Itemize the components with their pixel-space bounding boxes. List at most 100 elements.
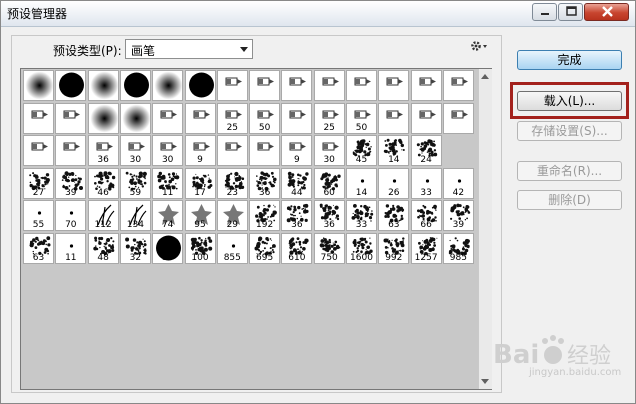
brush-preset[interactable] <box>55 102 87 134</box>
brush-preset[interactable] <box>23 135 54 166</box>
brush-preset[interactable] <box>410 102 442 134</box>
brush-preset[interactable] <box>410 70 442 101</box>
brush-preset[interactable] <box>216 70 248 101</box>
brush-preset[interactable]: 30 <box>313 135 345 166</box>
brush-size-label: 60 <box>323 187 335 198</box>
brush-preset[interactable] <box>249 135 281 166</box>
brush-preset[interactable]: 24 <box>410 135 442 166</box>
minimize-button[interactable] <box>532 3 557 21</box>
brush-preset[interactable]: 100 <box>184 232 216 264</box>
brush-size-label: 25 <box>323 122 335 133</box>
brush-preset[interactable] <box>281 70 313 101</box>
brush-preset[interactable]: 36 <box>87 135 119 166</box>
brush-preset[interactable]: 1257 <box>410 232 442 264</box>
brush-preset[interactable]: 46 <box>87 167 119 199</box>
scroll-up-icon[interactable] <box>481 74 489 79</box>
brush-preset[interactable] <box>55 70 87 101</box>
brush-preset[interactable] <box>378 102 410 134</box>
gear-menu-button[interactable] <box>469 39 489 53</box>
brush-preset[interactable]: 48 <box>87 232 119 264</box>
brush-preset[interactable] <box>346 70 377 101</box>
save-set-button[interactable]: 存储设置(S)... <box>517 121 622 141</box>
brush-preset[interactable]: 25 <box>216 102 248 134</box>
brush-preset[interactable]: 17 <box>184 167 216 199</box>
brush-preset[interactable]: 63 <box>23 232 54 264</box>
brush-preset[interactable]: 1600 <box>346 232 377 264</box>
brush-preset[interactable]: 14 <box>346 167 377 199</box>
brush-preset[interactable]: 11 <box>55 232 87 264</box>
brush-preset[interactable] <box>119 70 151 101</box>
brush-preset[interactable]: 55 <box>152 232 184 264</box>
brush-preset[interactable]: 63 <box>378 200 410 231</box>
brush-preset[interactable]: 134 <box>119 200 151 231</box>
delete-button[interactable]: 删除(D) <box>517 190 622 210</box>
load-button[interactable]: 载入(L)... <box>517 91 622 111</box>
brush-preset[interactable]: 985 <box>442 232 474 264</box>
brush-preset[interactable] <box>378 70 410 101</box>
brush-preset[interactable] <box>152 102 184 134</box>
brush-preset[interactable]: 59 <box>119 167 151 199</box>
brush-size-label: 14 <box>355 187 368 198</box>
brush-preset[interactable] <box>152 70 184 101</box>
brush-preview-area[interactable]: 25 50 25 50 36 30 30 9 9 30 45 14 24 27 39 46 59 11 17 23 36… <box>20 68 492 390</box>
brush-preset[interactable]: 36 <box>281 200 313 231</box>
brush-preset[interactable]: 11 <box>152 167 184 199</box>
brush-preset[interactable]: 44 <box>281 167 313 199</box>
brush-preset[interactable]: 112 <box>87 200 119 231</box>
brush-preset[interactable]: 36 <box>313 200 345 231</box>
brush-preset[interactable]: 32 <box>119 232 151 264</box>
brush-preset[interactable] <box>119 102 151 134</box>
preset-type-select[interactable]: 画笔 <box>125 39 253 59</box>
brush-preset[interactable] <box>184 102 216 134</box>
brush-preset[interactable]: 610 <box>281 232 313 264</box>
brush-preset[interactable]: 855 <box>216 232 248 264</box>
brush-preset[interactable] <box>313 70 345 101</box>
brush-preset[interactable]: 9 <box>184 135 216 166</box>
brush-preset[interactable]: 26 <box>378 167 410 199</box>
brush-preset[interactable] <box>442 70 474 101</box>
brush-preset[interactable]: 95 <box>184 200 216 231</box>
done-button[interactable]: 完成 <box>517 50 622 70</box>
brush-preset[interactable] <box>87 102 119 134</box>
brush-preset[interactable]: 695 <box>249 232 281 264</box>
rename-button[interactable]: 重命名(R)... <box>517 161 622 181</box>
brush-preset[interactable] <box>55 135 87 166</box>
scroll-down-icon[interactable] <box>481 379 489 384</box>
brush-preset[interactable]: 36 <box>249 167 281 199</box>
brush-preset[interactable]: 23 <box>216 167 248 199</box>
brush-preset[interactable]: 42 <box>442 167 474 199</box>
brush-preset[interactable]: 992 <box>378 232 410 264</box>
brush-preset[interactable]: 55 <box>23 200 54 231</box>
brush-preset[interactable]: 192 <box>249 200 281 231</box>
brush-preset[interactable]: 25 <box>313 102 345 134</box>
brush-preset[interactable]: 29 <box>216 200 248 231</box>
brush-preset[interactable] <box>23 102 54 134</box>
brush-preset[interactable] <box>442 102 474 134</box>
title-bar[interactable]: 预设管理器 <box>1 1 635 27</box>
brush-preset[interactable]: 33 <box>410 167 442 199</box>
brush-preset[interactable]: 30 <box>152 135 184 166</box>
brush-preset[interactable]: 45 <box>346 135 377 166</box>
brush-preset[interactable]: 66 <box>410 200 442 231</box>
brush-preset[interactable] <box>216 135 248 166</box>
brush-preset[interactable]: 14 <box>378 135 410 166</box>
brush-preset[interactable] <box>87 70 119 101</box>
brush-preset[interactable]: 60 <box>313 167 345 199</box>
brush-preset[interactable]: 27 <box>23 167 54 199</box>
brush-preset[interactable]: 50 <box>249 102 281 134</box>
brush-preset[interactable]: 74 <box>152 200 184 231</box>
brush-preset[interactable] <box>281 102 313 134</box>
brush-preset[interactable]: 30 <box>119 135 151 166</box>
brush-preset[interactable] <box>23 70 54 101</box>
maximize-button[interactable] <box>558 3 583 21</box>
brush-preset[interactable] <box>184 70 216 101</box>
brush-preset[interactable]: 750 <box>313 232 345 264</box>
brush-preset[interactable]: 39 <box>442 200 474 231</box>
brush-preset[interactable]: 70 <box>55 200 87 231</box>
brush-preset[interactable] <box>249 70 281 101</box>
brush-preset[interactable]: 50 <box>346 102 377 134</box>
brush-preset[interactable]: 39 <box>55 167 87 199</box>
brush-preset[interactable]: 9 <box>281 135 313 166</box>
close-button[interactable] <box>584 3 629 21</box>
brush-preset[interactable]: 33 <box>346 200 377 231</box>
